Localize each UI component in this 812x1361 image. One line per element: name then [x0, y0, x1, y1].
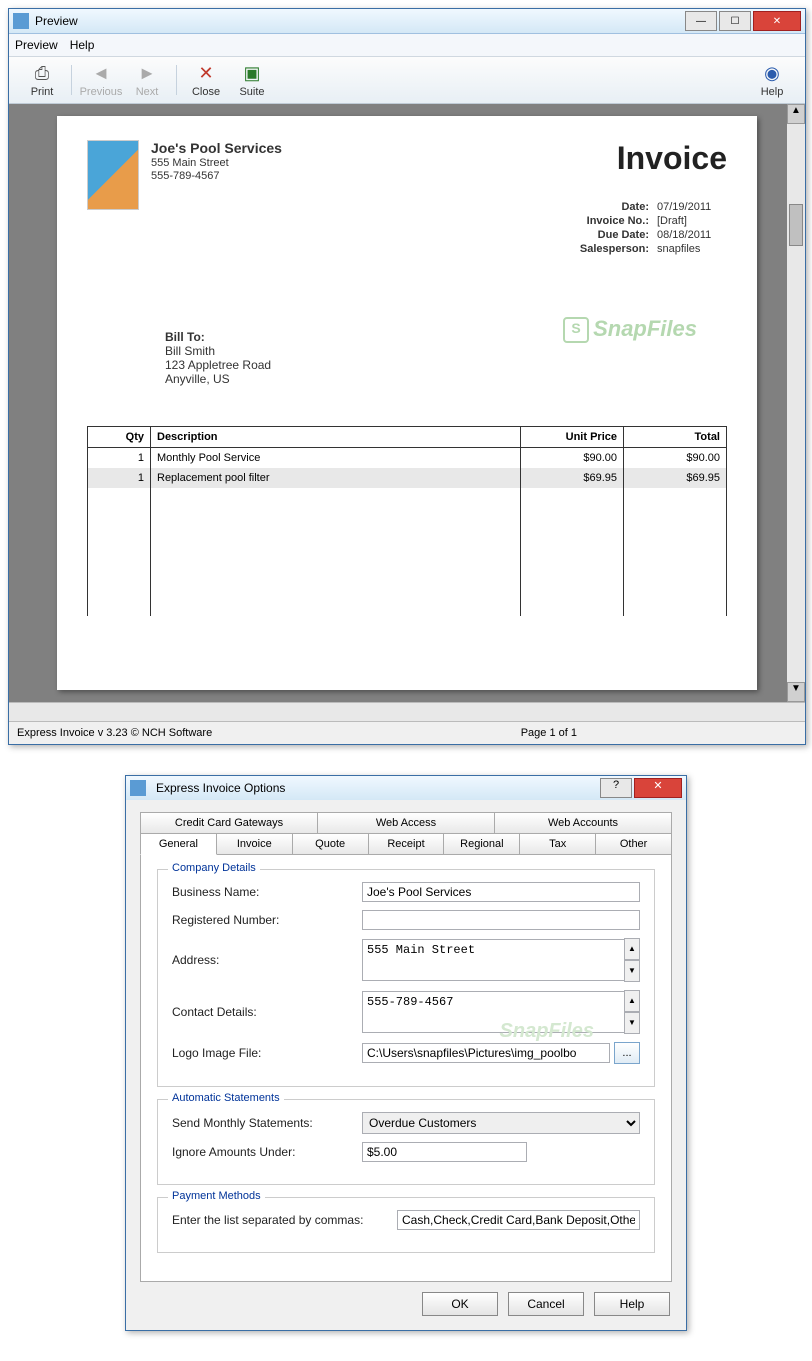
invoice-title: Invoice	[617, 140, 727, 177]
tab-general[interactable]: General	[140, 833, 217, 855]
minimize-button[interactable]: —	[685, 11, 717, 31]
table-row: 1Monthly Pool Service$90.00$90.00	[88, 448, 727, 469]
window-title: Preview	[35, 14, 685, 28]
spin-up-icon[interactable]: ▲	[624, 938, 640, 960]
tab-tax[interactable]: Tax	[519, 833, 596, 854]
company-details-group: Company Details Business Name: Registere…	[157, 869, 655, 1087]
menubar: Preview Help	[9, 34, 805, 57]
spin-down-icon[interactable]: ▼	[624, 1012, 640, 1034]
close-button[interactable]: ✕	[753, 11, 801, 31]
automatic-statements-group: Automatic Statements Send Monthly Statem…	[157, 1099, 655, 1185]
scroll-down-button[interactable]: ▼	[787, 682, 805, 702]
send-monthly-select[interactable]: Overdue Customers	[362, 1112, 640, 1134]
preview-window: Preview — ☐ ✕ Preview Help ⎙Print ◄Previ…	[8, 8, 806, 745]
next-button: ►Next	[124, 62, 170, 98]
titlebar[interactable]: Express Invoice Options ? ✕	[126, 776, 686, 800]
watermark: SSnapFiles	[563, 316, 697, 343]
company-logo	[87, 140, 139, 210]
separator	[71, 65, 72, 95]
close-tool-button[interactable]: ✕Close	[183, 62, 229, 98]
tab-other[interactable]: Other	[595, 833, 672, 854]
tab-regional[interactable]: Regional	[443, 833, 520, 854]
menu-help[interactable]: Help	[70, 38, 95, 52]
print-button[interactable]: ⎙Print	[19, 62, 65, 98]
spin-down-icon[interactable]: ▼	[624, 960, 640, 982]
registered-number-label: Registered Number:	[172, 913, 362, 927]
app-icon	[13, 13, 29, 29]
scroll-up-button[interactable]: ▲	[787, 104, 805, 124]
maximize-button[interactable]: ☐	[719, 11, 751, 31]
company-address: 555 Main Street	[151, 157, 282, 169]
help-button[interactable]: ◉Help	[749, 62, 795, 98]
horizontal-scrollbar[interactable]	[9, 702, 805, 721]
address-label: Address:	[172, 953, 362, 967]
help-button[interactable]: Help	[594, 1292, 670, 1316]
status-left: Express Invoice v 3.23 © NCH Software	[17, 727, 212, 739]
arrow-right-icon: ►	[135, 62, 159, 84]
help-icon: ◉	[760, 62, 784, 84]
separator	[176, 65, 177, 95]
preview-area: Joe's Pool Services 555 Main Street 555-…	[9, 104, 805, 702]
tab-receipt[interactable]: Receipt	[368, 833, 445, 854]
table-row: 1Replacement pool filter$69.95$69.95	[88, 468, 727, 488]
contact-input[interactable]	[362, 991, 625, 1033]
payment-list-label: Enter the list separated by commas:	[172, 1213, 397, 1227]
status-bar: Express Invoice v 3.23 © NCH Software Pa…	[9, 721, 805, 744]
tab-credit-card[interactable]: Credit Card Gateways	[140, 812, 318, 833]
cancel-button[interactable]: Cancel	[508, 1292, 584, 1316]
company-phone: 555-789-4567	[151, 170, 282, 182]
tab-web-access[interactable]: Web Access	[317, 812, 495, 833]
company-name: Joe's Pool Services	[151, 140, 282, 156]
scroll-thumb[interactable]	[789, 204, 803, 246]
business-name-input[interactable]	[362, 882, 640, 902]
dialog-title: Express Invoice Options	[152, 781, 598, 795]
logo-file-input[interactable]	[362, 1043, 610, 1063]
tab-quote[interactable]: Quote	[292, 833, 369, 854]
help-button[interactable]: ?	[600, 778, 632, 798]
tab-row-top: Credit Card Gateways Web Access Web Acco…	[140, 812, 672, 833]
status-page: Page 1 of 1	[521, 727, 577, 739]
payment-methods-group: Payment Methods Enter the list separated…	[157, 1197, 655, 1253]
registered-number-input[interactable]	[362, 910, 640, 930]
ignore-amounts-input[interactable]	[362, 1142, 527, 1162]
app-icon	[130, 780, 146, 796]
address-input[interactable]	[362, 939, 625, 981]
menu-preview[interactable]: Preview	[15, 38, 58, 52]
previous-button: ◄Previous	[78, 62, 124, 98]
tab-body: Company Details Business Name: Registere…	[140, 854, 672, 1282]
ok-button[interactable]: OK	[422, 1292, 498, 1316]
logo-file-label: Logo Image File:	[172, 1046, 362, 1060]
ignore-amounts-label: Ignore Amounts Under:	[172, 1145, 362, 1159]
suite-icon: ▣	[240, 62, 264, 84]
vertical-scrollbar[interactable]: ▲ ▼	[787, 104, 805, 702]
arrow-left-icon: ◄	[89, 62, 113, 84]
contact-label: Contact Details:	[172, 1005, 362, 1019]
dialog-buttons: OK Cancel Help	[126, 1282, 686, 1330]
x-icon: ✕	[194, 62, 218, 84]
invoice-page: Joe's Pool Services 555 Main Street 555-…	[57, 116, 757, 690]
business-name-label: Business Name:	[172, 885, 362, 899]
options-dialog: Express Invoice Options ? ✕ Credit Card …	[125, 775, 687, 1331]
line-items-table: Qty Description Unit Price Total 1Monthl…	[87, 426, 727, 616]
suite-button[interactable]: ▣Suite	[229, 62, 275, 98]
tab-web-accounts[interactable]: Web Accounts	[494, 812, 672, 833]
printer-icon: ⎙	[30, 62, 54, 84]
tab-invoice[interactable]: Invoice	[216, 833, 293, 854]
spin-up-icon[interactable]: ▲	[624, 990, 640, 1012]
tab-row-bottom: General Invoice Quote Receipt Regional T…	[140, 833, 672, 855]
company-block: Joe's Pool Services 555 Main Street 555-…	[151, 140, 282, 182]
table-header-row: Qty Description Unit Price Total	[88, 427, 727, 448]
send-monthly-label: Send Monthly Statements:	[172, 1116, 362, 1130]
browse-button[interactable]: ...	[614, 1042, 640, 1064]
toolbar: ⎙Print ◄Previous ►Next ✕Close ▣Suite ◉He…	[9, 57, 805, 104]
titlebar[interactable]: Preview — ☐ ✕	[9, 9, 805, 34]
close-button[interactable]: ✕	[634, 778, 682, 798]
payment-list-input[interactable]	[397, 1210, 640, 1230]
invoice-meta: Date:07/19/2011 Invoice No.:[Draft] Due …	[563, 201, 727, 257]
